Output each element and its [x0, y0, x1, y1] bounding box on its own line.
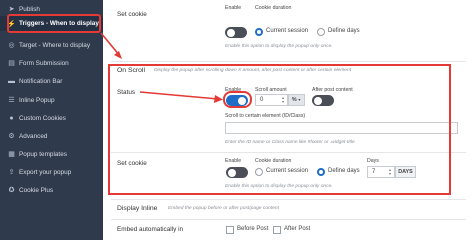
sidebar-item-label: Export your popup: [19, 168, 72, 176]
toggle-knob: [227, 28, 235, 37]
divider: [111, 61, 466, 62]
top-set-cookie-help: Enable this option to display the popup …: [225, 44, 333, 49]
sidebar-item-label: Inline Popup: [19, 96, 55, 104]
sidebar-item-label: Popup templates: [19, 150, 67, 158]
cookie-icon: ●: [9, 114, 14, 122]
display-inline-title: Display Inline: [117, 205, 158, 212]
sidebar-item-advanced[interactable]: ⚙ Advanced: [0, 129, 103, 143]
target-icon: ◎: [8, 42, 15, 49]
sidebar-item-cookie-plus[interactable]: ✪ Cookie Plus: [0, 183, 103, 197]
highlight-status-toggle: [223, 91, 252, 108]
sidebar-item-label: Custom Cookies: [19, 114, 66, 122]
bar-icon: ▬: [8, 77, 15, 85]
after-post-checkbox[interactable]: [273, 226, 281, 234]
before-post-checkbox[interactable]: [226, 226, 234, 234]
arrow-icon: ➤: [8, 6, 15, 13]
highlight-triggers-box: [7, 14, 101, 33]
template-icon: ▦: [8, 151, 15, 158]
embed-label: Embed automatically in: [117, 226, 184, 233]
after-post-label: After Post: [284, 226, 311, 232]
top-define-days-label: Define days: [328, 28, 360, 34]
sidebar-item-notification-bar[interactable]: ▬ Notification Bar: [0, 74, 103, 88]
inline-icon: ☰: [8, 97, 15, 104]
divider: [111, 199, 466, 200]
divider: [111, 219, 466, 220]
sidebar-item-label: Publish: [19, 5, 40, 13]
sidebar-item-popup-templates[interactable]: ▦ Popup templates: [0, 147, 103, 161]
before-post-label: Before Post: [237, 226, 269, 232]
sidebar-item-custom-cookies[interactable]: ● Custom Cookies: [0, 111, 103, 125]
export-icon: ⇪: [8, 169, 15, 176]
top-set-cookie-label: Set cookie: [117, 11, 147, 18]
sidebar-item-label: Notification Bar: [19, 77, 63, 85]
sidebar-item-target[interactable]: ◎ Target - Where to display: [0, 38, 103, 52]
sidebar-item-form-submission[interactable]: ▤ Form Submission: [0, 56, 103, 70]
cookie-plus-icon: ✪: [8, 187, 15, 194]
top-current-session-label: Current session: [266, 28, 309, 34]
top-define-days-radio[interactable]: [317, 28, 325, 36]
gear-icon: ⚙: [8, 133, 15, 140]
sidebar-item-label: Target - Where to display: [19, 41, 91, 49]
sidebar-item-label: Form Submission: [19, 59, 69, 67]
sidebar-item-label: Cookie Plus: [19, 186, 54, 194]
sidebar-item-inline-popup[interactable]: ☰ Inline Popup: [0, 93, 103, 107]
sidebar-item-export[interactable]: ⇪ Export your popup: [0, 165, 103, 179]
sidebar-item-label: Advanced: [19, 132, 48, 140]
top-enable-label: Enable: [225, 5, 242, 11]
top-cookie-duration-label: Cookie duration: [255, 5, 292, 11]
top-set-cookie-toggle[interactable]: [225, 27, 247, 38]
top-current-session-radio[interactable]: [255, 28, 263, 36]
sidebar: ➤ Publish ⚡ Triggers - When to display ◎…: [0, 0, 103, 240]
highlight-on-scroll-box: [108, 64, 451, 195]
display-inline-description: Embed the popup before or after post/pag…: [168, 206, 279, 211]
form-icon: ▤: [8, 60, 15, 67]
